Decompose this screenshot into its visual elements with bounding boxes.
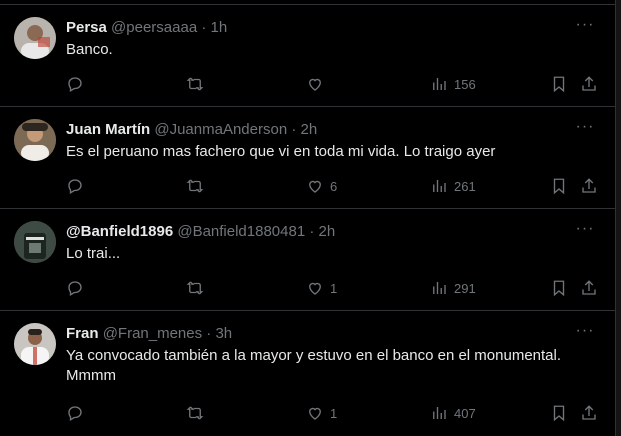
- view-count: 156: [454, 76, 476, 92]
- reply-icon: [68, 179, 82, 194]
- retweet-button[interactable]: [186, 403, 210, 423]
- tweet-actions: 1 407: [66, 403, 601, 423]
- tweet-text: Ya convocado también a la mayor y estuvo…: [66, 347, 562, 384]
- views-icon: [433, 282, 446, 294]
- share-button[interactable]: [580, 74, 598, 94]
- like-button[interactable]: 1: [306, 278, 337, 298]
- avatar[interactable]: [14, 323, 56, 365]
- bookmark-icon: [553, 405, 565, 422]
- user-handle[interactable]: @Banfield1880481: [177, 223, 305, 240]
- like-count: 1: [330, 280, 338, 296]
- share-icon: [582, 405, 596, 420]
- like-button[interactable]: 6: [306, 176, 337, 196]
- like-count: 1: [330, 405, 338, 421]
- tweet-header: Fran @Fran_menes · 3h: [66, 324, 575, 344]
- tweet[interactable]: Fran @Fran_menes · 3h ··· Ya convocado t…: [0, 311, 615, 435]
- share-button[interactable]: [580, 176, 598, 196]
- reply-button[interactable]: [66, 74, 90, 94]
- views-button[interactable]: 407: [430, 403, 476, 423]
- views-icon: [433, 78, 446, 90]
- heart-icon: [309, 407, 321, 420]
- share-button[interactable]: [580, 278, 598, 298]
- heart-icon: [309, 78, 321, 91]
- display-name[interactable]: Fran: [66, 325, 99, 342]
- like-button[interactable]: [306, 74, 330, 94]
- more-options-icon[interactable]: ···: [573, 17, 597, 37]
- reply-button[interactable]: [66, 176, 90, 196]
- timestamp[interactable]: 3h: [215, 325, 232, 342]
- tweet-header: Persa @peersaaaa · 1h: [66, 18, 575, 38]
- tweet[interactable]: Persa @peersaaaa · 1h ··· Banco. 156: [0, 5, 615, 107]
- share-icon: [582, 178, 596, 193]
- tweet[interactable]: @Banfield1896 @Banfield1880481 · 2h ··· …: [0, 209, 615, 311]
- tweet-feed: Persa @peersaaaa · 1h ··· Banco. 156 Jua…: [0, 5, 615, 435]
- user-handle[interactable]: @peersaaaa: [111, 19, 197, 36]
- separator-dot: ·: [206, 325, 212, 342]
- reply-icon: [68, 281, 82, 296]
- user-handle[interactable]: @Fran_menes: [103, 325, 202, 342]
- display-name[interactable]: Juan Martín: [66, 121, 150, 138]
- views-button[interactable]: 291: [430, 278, 476, 298]
- share-button[interactable]: [580, 403, 598, 423]
- bookmark-icon: [553, 178, 565, 195]
- avatar[interactable]: [14, 17, 56, 59]
- more-options-icon[interactable]: ···: [573, 119, 597, 139]
- reply-button[interactable]: [66, 278, 90, 298]
- timestamp[interactable]: 1h: [211, 19, 228, 36]
- avatar[interactable]: [14, 119, 56, 161]
- like-count: 6: [330, 178, 338, 194]
- bookmark-button[interactable]: [550, 403, 568, 423]
- share-icon: [582, 280, 596, 295]
- views-icon: [433, 180, 446, 192]
- bookmark-button[interactable]: [550, 278, 568, 298]
- separator-dot: ·: [309, 223, 315, 240]
- timestamp[interactable]: 2h: [319, 223, 336, 240]
- more-options-icon[interactable]: ···: [573, 221, 597, 241]
- view-count: 261: [454, 178, 476, 194]
- retweet-icon: [186, 77, 204, 91]
- like-button[interactable]: 1: [306, 403, 337, 423]
- tweet-text: Lo trai...: [66, 245, 121, 262]
- retweet-icon: [186, 406, 204, 420]
- retweet-button[interactable]: [186, 278, 210, 298]
- views-button[interactable]: 261: [430, 176, 476, 196]
- display-name[interactable]: Persa: [66, 19, 107, 36]
- separator-dot: ·: [201, 19, 207, 36]
- user-handle[interactable]: @JuanmaAnderson: [154, 121, 287, 138]
- view-count: 407: [454, 405, 476, 421]
- view-count: 291: [454, 280, 476, 296]
- heart-icon: [309, 180, 321, 193]
- tweet[interactable]: Juan Martín @JuanmaAnderson · 2h ··· Es …: [0, 107, 615, 209]
- tweet-text: Banco.: [66, 41, 113, 58]
- more-options-icon[interactable]: ···: [573, 323, 597, 343]
- heart-icon: [309, 282, 321, 295]
- retweet-icon: [186, 281, 204, 295]
- tweet-header: @Banfield1896 @Banfield1880481 · 2h: [66, 222, 575, 242]
- reply-icon: [68, 406, 82, 421]
- bookmark-button[interactable]: [550, 176, 568, 196]
- tweet-header: Juan Martín @JuanmaAnderson · 2h: [66, 120, 575, 140]
- reply-button[interactable]: [66, 403, 90, 423]
- tweet-actions: 1 291: [66, 278, 601, 298]
- avatar[interactable]: [14, 221, 56, 263]
- views-icon: [433, 407, 446, 419]
- bookmark-icon: [553, 76, 565, 93]
- bookmark-button[interactable]: [550, 74, 568, 94]
- tweet-actions: 6 261: [66, 176, 601, 196]
- retweet-button[interactable]: [186, 74, 210, 94]
- tweet-text: Es el peruano mas fachero que vi en toda…: [66, 143, 496, 160]
- separator-dot: ·: [291, 121, 297, 138]
- views-button[interactable]: 156: [430, 74, 476, 94]
- bookmark-icon: [553, 280, 565, 297]
- tweet-actions: 156: [66, 74, 601, 94]
- retweet-icon: [186, 179, 204, 193]
- timestamp[interactable]: 2h: [301, 121, 318, 138]
- share-icon: [582, 76, 596, 91]
- display-name[interactable]: @Banfield1896: [66, 223, 173, 240]
- scrollbar[interactable]: [615, 0, 621, 436]
- retweet-button[interactable]: [186, 176, 210, 196]
- reply-icon: [68, 77, 82, 92]
